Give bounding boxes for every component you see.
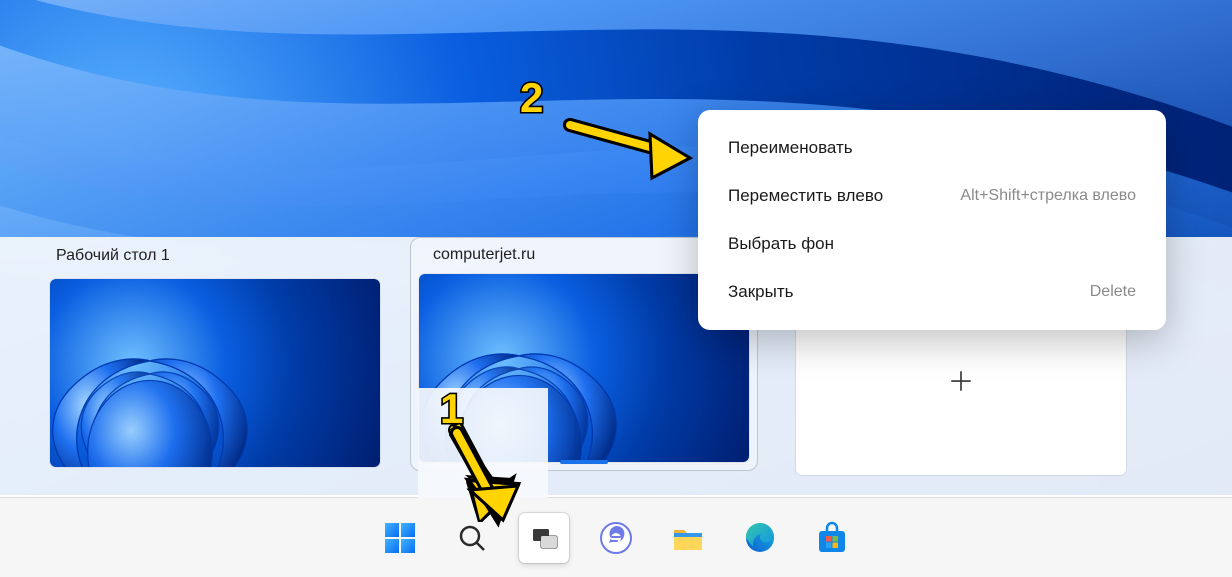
menu-item-choose-background[interactable]: Выбрать фон	[698, 220, 1166, 268]
chat-icon	[599, 521, 633, 555]
search-button[interactable]	[447, 513, 497, 563]
plus-icon	[948, 368, 974, 394]
store-icon	[814, 520, 850, 556]
file-explorer-button[interactable]	[663, 513, 713, 563]
virtual-desktop-1[interactable]: Рабочий стол 1	[50, 247, 380, 467]
file-explorer-icon	[670, 520, 706, 556]
task-view-icon	[528, 522, 560, 554]
menu-item-label: Выбрать фон	[728, 234, 834, 254]
menu-item-rename[interactable]: Переименовать	[698, 124, 1166, 172]
menu-item-shortcut: Alt+Shift+стрелка влево	[960, 187, 1136, 205]
menu-item-label: Закрыть	[728, 282, 793, 302]
edge-button[interactable]	[735, 513, 785, 563]
menu-item-close[interactable]: Закрыть Delete	[698, 268, 1166, 316]
active-desktop-indicator	[560, 460, 608, 464]
chat-button[interactable]	[591, 513, 641, 563]
menu-item-shortcut: Delete	[1090, 283, 1136, 301]
desktop-thumbnail[interactable]	[50, 279, 380, 467]
desktop-label: Рабочий стол 1	[56, 247, 380, 269]
menu-item-label: Переименовать	[728, 138, 853, 158]
menu-item-move-left[interactable]: Переместить влево Alt+Shift+стрелка влев…	[698, 172, 1166, 220]
desktop-context-menu: Переименовать Переместить влево Alt+Shif…	[698, 110, 1166, 330]
store-button[interactable]	[807, 513, 857, 563]
edge-icon	[742, 520, 778, 556]
search-icon	[456, 522, 488, 554]
taskbar	[0, 497, 1232, 577]
task-view-button[interactable]	[519, 513, 569, 563]
menu-item-label: Переместить влево	[728, 186, 883, 206]
start-icon	[383, 521, 417, 555]
start-button[interactable]	[375, 513, 425, 563]
